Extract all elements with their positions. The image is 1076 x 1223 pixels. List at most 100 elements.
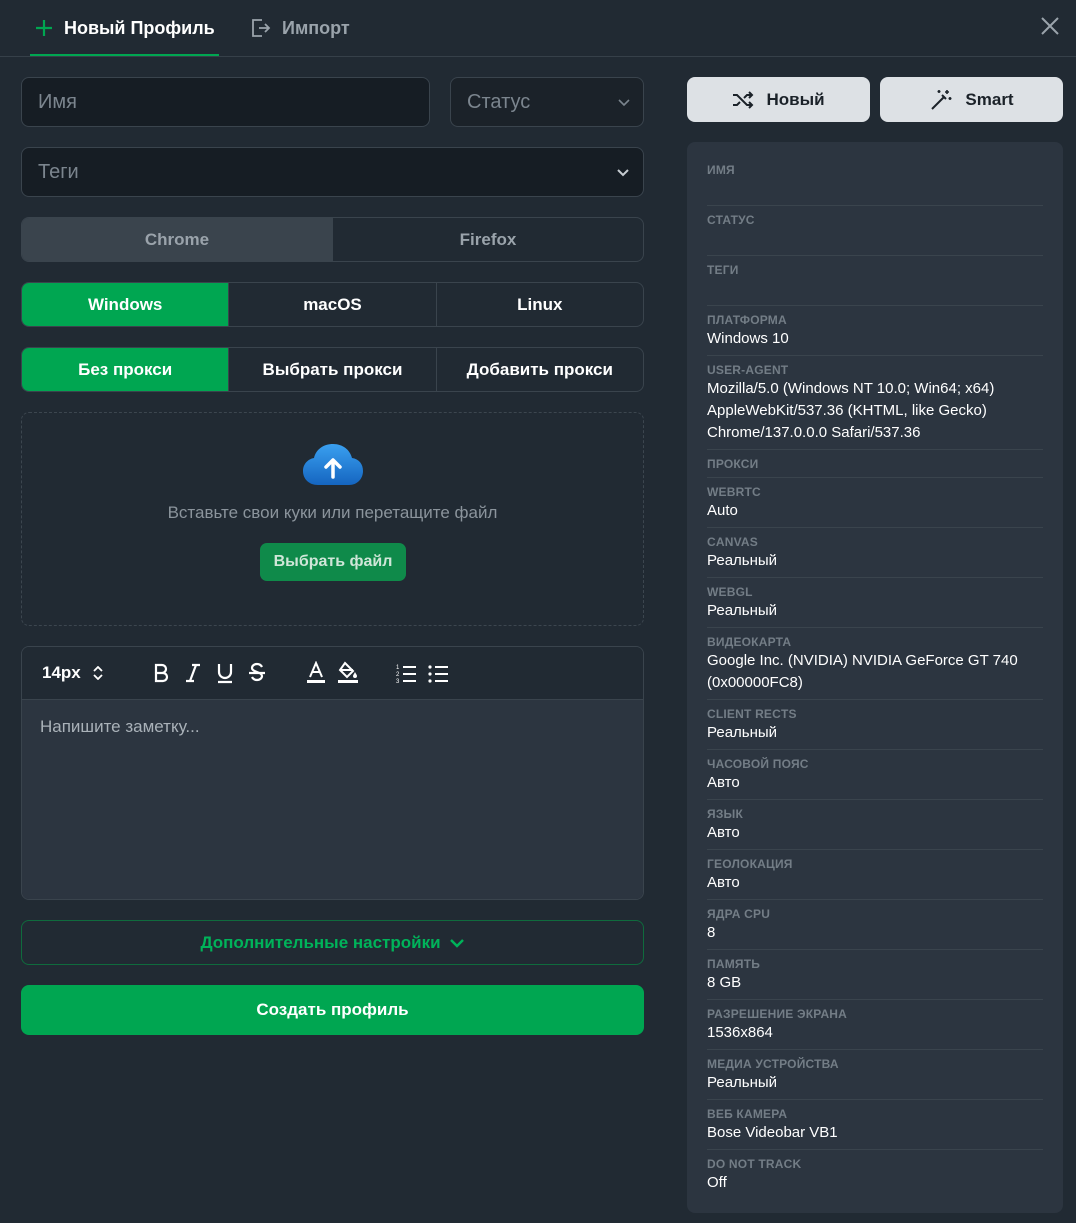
summary-value: Авто [707, 824, 740, 841]
summary-label: ВЕБ КАМЕРА [707, 1107, 788, 1121]
summary-label: ПРОКСИ [707, 457, 759, 471]
summary-value: 8 [707, 924, 716, 941]
summary-row-do-not-track: DO NOT TRACK Off [707, 1150, 1043, 1200]
underline-icon[interactable] [213, 660, 237, 686]
summary-value: 8 GB [707, 974, 742, 991]
summary-label: CANVAS [707, 535, 758, 549]
more-settings-label: Дополнительные настройки [200, 932, 441, 952]
summary-value [707, 228, 1043, 250]
tab-new-label: Новый Профиль [64, 17, 215, 38]
svg-text:1: 1 [396, 665, 400, 671]
shuffle-icon [733, 90, 754, 109]
summary-row-status: СТАТУС [707, 206, 1043, 256]
plus-icon [36, 20, 52, 36]
summary-value: Авто [707, 874, 740, 891]
summary-row-resolution: РАЗРЕШЕНИЕ ЭКРАНА 1536x864 [707, 1000, 1043, 1050]
strikethrough-icon[interactable] [245, 660, 269, 686]
summary-row-tags: ТЕГИ [707, 256, 1043, 306]
svg-text:2: 2 [396, 672, 400, 678]
tab-new-profile[interactable]: Новый Профиль [30, 0, 219, 56]
cloud-upload-icon [303, 444, 363, 485]
import-icon [252, 19, 271, 37]
summary-row-memory: ПАМЯТЬ 8 GB [707, 950, 1043, 1000]
summary-label: ГЕОЛОКАЦИЯ [707, 857, 793, 871]
summary-row-timezone: ЧАСОВОЙ ПОЯС Авто [707, 750, 1043, 800]
text-color-icon[interactable] [304, 660, 328, 686]
proxy-add[interactable]: Добавить прокси [437, 348, 643, 391]
summary-label: WEBRTC [707, 485, 761, 499]
name-placeholder: Имя [38, 90, 77, 113]
platform-linux[interactable]: Linux [437, 283, 643, 326]
proxy-none[interactable]: Без прокси [22, 348, 230, 391]
platform-macos[interactable]: macOS [229, 283, 437, 326]
browser-chrome[interactable]: Chrome [22, 218, 333, 261]
summary-label: СТАТУС [707, 213, 755, 227]
summary-value: 1536x864 [707, 1024, 773, 1041]
summary-label: ПАМЯТЬ [707, 957, 761, 971]
summary-label: ЧАСОВОЙ ПОЯС [707, 757, 809, 771]
name-input[interactable]: Имя [21, 77, 430, 127]
summary-value [707, 278, 1043, 300]
font-size-select[interactable]: 14px [42, 660, 116, 686]
summary-row-webgl: WEBGL Реальный [707, 578, 1043, 628]
summary-label: DO NOT TRACK [707, 1157, 802, 1171]
sort-arrows-icon [93, 666, 103, 680]
cookies-dropzone[interactable]: Вставьте свои куки или перетащите файл В… [21, 412, 644, 626]
summary-row-webrtc: WEBRTC Auto [707, 478, 1043, 528]
tags-placeholder: Теги [38, 160, 79, 183]
summary-label: ВИДЕОКАРТА [707, 635, 792, 649]
summary-value: Реальный [707, 724, 778, 741]
italic-icon[interactable] [181, 660, 205, 686]
summary-row-media-devices: МЕДИА УСТРОЙСТВА Реальный [707, 1050, 1043, 1100]
summary-value: Реальный [707, 552, 778, 569]
generate-smart-button[interactable]: Smart [880, 77, 1063, 122]
browser-firefox[interactable]: Firefox [333, 218, 643, 261]
summary-label: ТЕГИ [707, 263, 739, 277]
header: Новый Профиль Импорт [0, 0, 1076, 57]
generate-new-button[interactable]: Новый [687, 77, 870, 122]
summary-value: Google Inc. (NVIDIA) NVIDIA GeForce GT 7… [707, 652, 1018, 691]
summary-row-user-agent: USER-AGENT Mozilla/5.0 (Windows NT 10.0; … [707, 356, 1043, 450]
summary-row-webcam: ВЕБ КАМЕРА Bose Videobar VB1 [707, 1100, 1043, 1150]
highlight-color-icon[interactable] [336, 660, 360, 686]
status-placeholder: Статус [467, 90, 531, 113]
chevron-down-icon [617, 169, 629, 177]
chevron-down-icon [449, 938, 464, 948]
summary-label: USER-AGENT [707, 363, 789, 377]
bold-icon[interactable] [149, 660, 173, 686]
profile-summary-panel: ИМЯ СТАТУС ТЕГИ ПЛАТФОРМА Windows 10 USER… [687, 142, 1063, 1213]
summary-label: РАЗРЕШЕНИЕ ЭКРАНА [707, 1007, 848, 1021]
platform-windows[interactable]: Windows [22, 283, 230, 326]
generate-smart-label: Smart [965, 89, 1014, 109]
summary-label: ЯЗЫК [707, 807, 744, 821]
create-profile-button[interactable]: Создать профиль [21, 985, 644, 1035]
summary-label: ЯДРА CPU [707, 907, 771, 921]
browser-selector: Chrome Firefox [21, 217, 644, 262]
tags-select[interactable]: Теги [21, 147, 644, 197]
ordered-list-icon[interactable]: 123 [394, 660, 418, 686]
pick-file-button[interactable]: Выбрать файл [260, 543, 406, 581]
active-tab-indicator [30, 54, 219, 56]
summary-label: ПЛАТФОРМА [707, 313, 787, 327]
bullet-list-icon[interactable] [426, 660, 450, 686]
magic-wand-icon [931, 89, 952, 110]
tab-import[interactable]: Импорт [248, 0, 350, 56]
summary-row-platform: ПЛАТФОРМА Windows 10 [707, 306, 1043, 356]
proxy-select[interactable]: Выбрать прокси [229, 348, 437, 391]
summary-value: Mozilla/5.0 (Windows NT 10.0; Win64; x64… [707, 380, 995, 441]
platform-selector: Windows macOS Linux [21, 282, 644, 327]
summary-label: WEBGL [707, 585, 753, 599]
close-icon[interactable] [1038, 14, 1062, 38]
summary-label: МЕДИА УСТРОЙСТВА [707, 1057, 839, 1071]
summary-row-language: ЯЗЫК Авто [707, 800, 1043, 850]
generate-new-label: Новый [766, 89, 825, 109]
editor-toolbar: 14px 123 [22, 647, 643, 700]
note-textarea[interactable]: Напишите заметку... [22, 700, 643, 899]
summary-value [707, 178, 1043, 200]
summary-value: Реальный [707, 1074, 778, 1091]
more-settings-button[interactable]: Дополнительные настройки [21, 920, 644, 965]
proxy-selector: Без прокси Выбрать прокси Добавить прокс… [21, 347, 644, 392]
status-select[interactable]: Статус [450, 77, 644, 127]
summary-row-proxy: ПРОКСИ [707, 450, 1043, 478]
summary-row-geolocation: ГЕОЛОКАЦИЯ Авто [707, 850, 1043, 900]
